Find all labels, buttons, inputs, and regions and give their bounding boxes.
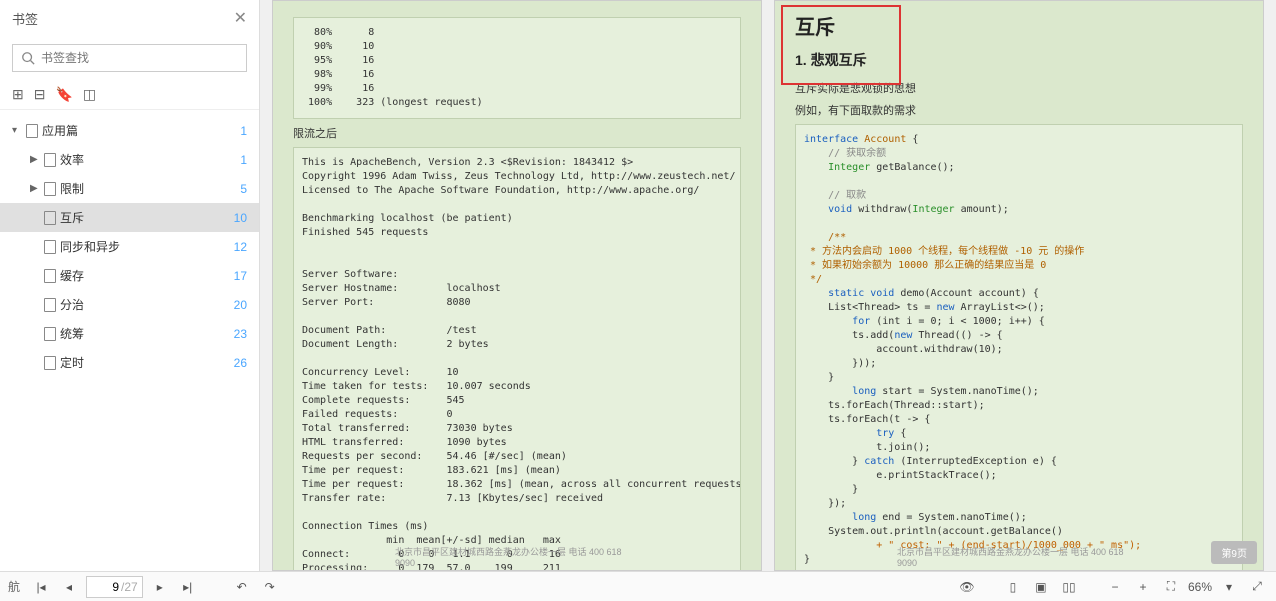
percentile-data: 80% 8 90% 10 95% 16 98% 16 99% 16 100% 3…	[302, 26, 732, 110]
collapse-all-icon[interactable]: ⊟	[34, 86, 46, 103]
eye-icon[interactable]: 👁	[956, 576, 978, 598]
expand-all-icon[interactable]: ⊞	[12, 86, 24, 103]
close-icon[interactable]: ✕	[234, 8, 247, 28]
ribbon-icon[interactable]: ◫	[83, 86, 96, 103]
page-icon	[44, 153, 56, 167]
sidebar-tools: ⊞ ⊟ 🔖 ◫	[0, 80, 259, 110]
bookmarks-tree: ▾应用篇 1 ▶效率 1 ▶限制 5 互斥 10 同步和异步 12 缓存 17	[0, 110, 259, 571]
page-total: /27	[121, 580, 138, 594]
search-input[interactable]	[41, 51, 238, 65]
page-icon	[44, 327, 56, 341]
two-page-icon[interactable]: ▯▯	[1058, 576, 1080, 598]
tree-item-selected[interactable]: 互斥 10	[0, 203, 259, 232]
section-title: 限流之后	[293, 125, 741, 141]
code-block: interface Account { // 获取余额 Integer getB…	[795, 124, 1243, 571]
search-icon	[21, 51, 35, 65]
page-number-input[interactable]	[91, 578, 121, 596]
tree-item[interactable]: 缓存 17	[0, 261, 259, 290]
java-code: interface Account { // 获取余额 Integer getB…	[804, 133, 1234, 567]
body-text: 例如，有下面取款的需求	[795, 102, 1243, 118]
page-icon	[26, 124, 38, 138]
fullscreen-icon[interactable]: ⤢	[1246, 576, 1268, 598]
tree-item[interactable]: ▶效率 1	[0, 145, 259, 174]
page-right: 互斥 1. 悲观互斥 互斥实际是悲观锁的思想 例如，有下面取款的需求 inter…	[774, 0, 1264, 571]
page-icon	[44, 240, 56, 254]
bookmark-icon[interactable]: 🔖	[55, 86, 72, 103]
document-pages: 80% 8 90% 10 95% 16 98% 16 99% 16 100% 3…	[260, 0, 1276, 571]
page-icon	[44, 182, 56, 196]
tree-item[interactable]: 定时 26	[0, 348, 259, 377]
page-icon	[44, 269, 56, 283]
section-heading: 1. 悲观互斥	[795, 50, 1243, 70]
tree-item-root[interactable]: ▾应用篇 1	[0, 116, 259, 145]
page-footer: 北京市昌平区建材城西路金燕龙办公楼一层 电话 400 618 9090	[897, 545, 1141, 568]
chapter-title: 互斥	[795, 11, 1243, 40]
zoom-dropdown-icon[interactable]: ▾	[1218, 576, 1240, 598]
first-page-button[interactable]: |◂	[30, 576, 52, 598]
body-text: 互斥实际是悲观锁的思想	[795, 80, 1243, 96]
fit-width-icon[interactable]: ⛶	[1160, 576, 1182, 598]
zoom-level[interactable]: 66%	[1188, 580, 1212, 594]
apache-bench-output: This is ApacheBench, Version 2.3 <$Revis…	[302, 156, 732, 571]
page-icon	[44, 356, 56, 370]
single-page-icon[interactable]: ▯	[1002, 576, 1024, 598]
sidebar-title: 书签	[12, 9, 38, 28]
page-footer: 北京市昌平区建材城西路金燕龙办公楼一层 电话 400 618 9090	[395, 545, 639, 568]
view-mode-icon[interactable]: ▣	[1030, 576, 1052, 598]
bookmarks-sidebar: 书签 ✕ ⊞ ⊟ 🔖 ◫ ▾应用篇 1 ▶效率 1 ▶限制 5	[0, 0, 260, 571]
nav-label: 航	[8, 578, 20, 595]
zoom-out-button[interactable]: −	[1104, 576, 1126, 598]
tree-item[interactable]: ▶限制 5	[0, 174, 259, 203]
rotate-right-button[interactable]: ↷	[259, 576, 281, 598]
tree-item[interactable]: 同步和异步 12	[0, 232, 259, 261]
page-icon	[44, 298, 56, 312]
page-indicator-button[interactable]: 第9页	[1211, 541, 1257, 564]
page-left: 80% 8 90% 10 95% 16 98% 16 99% 16 100% 3…	[272, 0, 762, 571]
tree-item[interactable]: 分治 20	[0, 290, 259, 319]
prev-page-button[interactable]: ◂	[58, 576, 80, 598]
bookmark-search[interactable]	[12, 44, 247, 72]
last-page-button[interactable]: ▸|	[177, 576, 199, 598]
tree-item[interactable]: 统筹 23	[0, 319, 259, 348]
rotate-left-button[interactable]: ↶	[231, 576, 253, 598]
bottom-toolbar: 航 |◂ ◂ /27 ▸ ▸| ↶ ↷ 👁 ▯ ▣ ▯▯ − + ⛶ 66% ▾…	[0, 571, 1276, 601]
zoom-in-button[interactable]: +	[1132, 576, 1154, 598]
next-page-button[interactable]: ▸	[149, 576, 171, 598]
page-icon	[44, 211, 56, 225]
